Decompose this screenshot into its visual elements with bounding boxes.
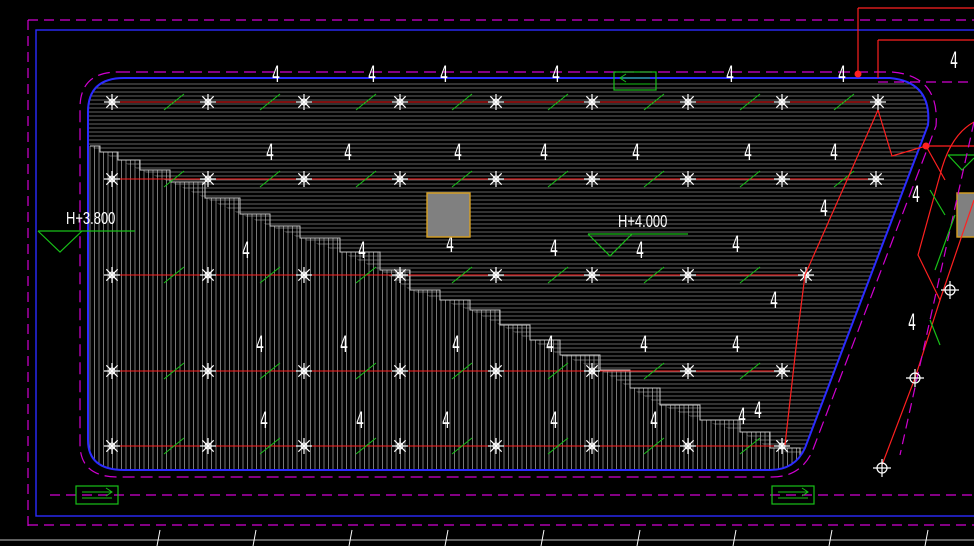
bottom-ticks — [156, 529, 929, 546]
sprinkler-head-icon — [392, 171, 408, 187]
sprinkler-head-icon — [680, 171, 696, 187]
sprinkler-code-label: 4 — [636, 239, 644, 264]
sprinkler-code-label: 4 — [340, 333, 348, 358]
sprinkler-code-label: 4 — [830, 141, 838, 166]
sprinkler-code-label: 4 — [454, 141, 462, 166]
sprinkler-head-icon — [774, 363, 790, 379]
column-icon — [426, 192, 471, 238]
sprinkler-head-icon — [296, 94, 312, 110]
sprinkler-head-icon — [906, 369, 924, 387]
sprinkler-head-icon — [392, 363, 408, 379]
sprinkler-head-icon — [488, 363, 504, 379]
sprinkler-head-icon — [392, 267, 408, 283]
sprinkler-head-icon — [488, 171, 504, 187]
sprinkler-code-label: 4 — [770, 289, 778, 314]
sprinkler-head-icon — [868, 171, 884, 187]
sprinkler-head-icon — [584, 438, 600, 454]
sprinkler-head-icon — [200, 94, 216, 110]
sprinkler-code-label: 4 — [650, 409, 658, 434]
sprinkler-head-icon — [104, 363, 120, 379]
sprinkler-head-icon — [488, 267, 504, 283]
sprinkler-head-icon — [584, 363, 600, 379]
sprinkler-code-label: 4 — [266, 141, 274, 166]
sprinkler-code-label: 4 — [550, 237, 558, 262]
elevation-label-left: H+3.800 — [66, 209, 116, 229]
sprinkler-head-icon — [584, 267, 600, 283]
sprinkler-code-label: 4 — [726, 63, 734, 88]
sprinkler-code-label: 4 — [640, 333, 648, 358]
sprinkler-code-label: 4 — [838, 63, 846, 88]
sprinkler-code-label: 4 — [256, 333, 264, 358]
sprinkler-head-icon — [392, 94, 408, 110]
sprinkler-head-icon — [584, 171, 600, 187]
sprinkler-head-icon — [798, 267, 814, 283]
sprinkler-code-label: 4 — [754, 399, 762, 424]
sprinkler-code-label: 4 — [540, 141, 548, 166]
sprinkler-code-label: 4 — [242, 239, 250, 264]
sprinkler-code-label: 4 — [368, 63, 376, 88]
column-icon — [956, 192, 974, 238]
sprinkler-head-icon — [870, 94, 886, 110]
sprinkler-head-icon — [680, 438, 696, 454]
sprinkler-head-icon — [774, 94, 790, 110]
sprinkler-code-label: 4 — [732, 333, 740, 358]
sprinkler-head-icon — [104, 94, 120, 110]
sprinkler-code-label: 4 — [546, 333, 554, 358]
sprinkler-code-label: 4 — [344, 141, 352, 166]
sprinkler-code-label: 4 — [950, 49, 958, 74]
flow-arrow-icon — [613, 71, 657, 91]
elevation-label-mid: H+4.000 — [618, 212, 668, 232]
sprinkler-head-icon — [774, 438, 790, 454]
sprinkler-code-label: 4 — [452, 333, 460, 358]
sprinkler-code-label: 4 — [440, 63, 448, 88]
sprinkler-head-icon — [296, 438, 312, 454]
sprinkler-code-label: 4 — [442, 409, 450, 434]
sprinkler-head-icon — [488, 438, 504, 454]
sprinkler-head-icon — [200, 171, 216, 187]
sprinkler-code-label: 4 — [632, 141, 640, 166]
sprinkler-head-icon — [200, 363, 216, 379]
sprinkler-head-icon — [584, 94, 600, 110]
sprinkler-head-icon — [680, 267, 696, 283]
sprinkler-head-icon — [941, 281, 959, 299]
sprinkler-head-icon — [104, 438, 120, 454]
sprinkler-head-icon — [296, 267, 312, 283]
sprinkler-code-label: 4 — [272, 63, 280, 88]
sprinkler-head-icon — [296, 171, 312, 187]
slab-hatch — [88, 83, 929, 470]
sprinkler-code-label: 4 — [820, 197, 828, 222]
sprinkler-head-icon — [680, 363, 696, 379]
sprinkler-code-label: 4 — [732, 233, 740, 258]
sprinkler-code-label: 4 — [744, 141, 752, 166]
sprinkler-code-label: 4 — [260, 409, 268, 434]
sprinkler-head-icon — [104, 267, 120, 283]
sprinkler-head-icon — [392, 438, 408, 454]
sprinkler-head-icon — [200, 438, 216, 454]
sprinkler-head-icon — [200, 267, 216, 283]
sprinkler-code-label: 4 — [356, 409, 364, 434]
sprinkler-code-label: 4 — [358, 239, 366, 264]
sprinkler-head-icon — [488, 94, 504, 110]
sprinkler-code-label: 4 — [912, 183, 920, 208]
sprinkler-code-label: 4 — [550, 409, 558, 434]
cad-drawing-canvas: 4 4 4 4 4 44 4 4 4 4 4 4444 4 4 4 4 444 4 4 4 4 444 4 4 4 4 4 44 H+… — [0, 7, 974, 546]
sprinkler-head-icon — [873, 459, 891, 477]
sprinkler-head-icon — [296, 363, 312, 379]
sprinkler-code-label: 4 — [908, 311, 916, 336]
sprinkler-head-icon — [104, 171, 120, 187]
sprinkler-code-label: 4 — [738, 405, 746, 430]
sprinkler-head-icon — [680, 94, 696, 110]
sprinkler-head-icon — [774, 171, 790, 187]
sprinkler-code-label: 4 — [552, 63, 560, 88]
